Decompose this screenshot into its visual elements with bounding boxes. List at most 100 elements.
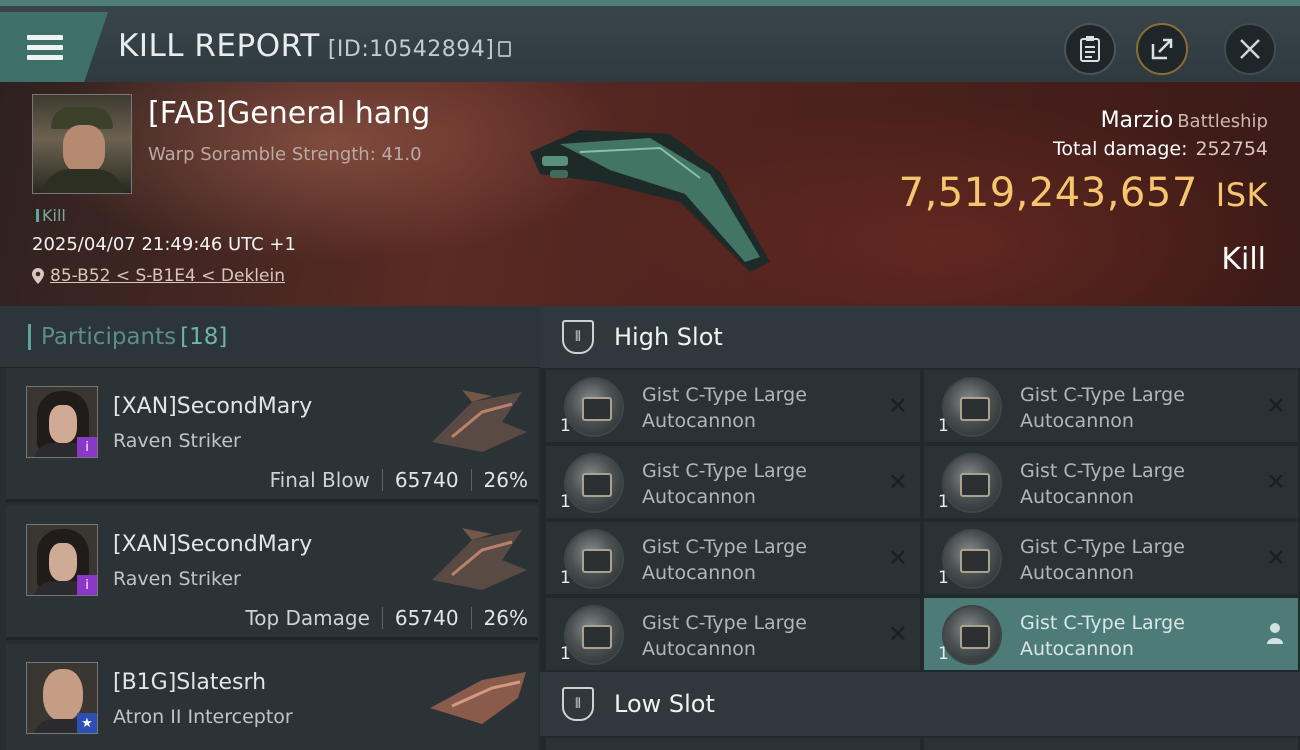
item-qty: 1 [560,492,571,512]
item-name-line2: Autocannon [642,562,756,584]
destroyed-icon: ✕ [887,392,908,420]
menu-icon [27,30,63,65]
result-label: Kill [1221,242,1266,277]
participant-role: Final Blow [269,468,370,492]
total-damage-label: Total damage: [1053,138,1188,160]
participant-ship: Atron II Interceptor [113,706,293,728]
clipboard-button[interactable] [1064,23,1116,75]
participant-avatar: i [26,524,98,596]
participants-label: Participants [41,323,177,350]
autocannon-icon [942,453,1002,513]
autocannon-icon [942,529,1002,589]
item-qty: 1 [938,416,949,436]
item-name-line2: Autocannon [1020,486,1134,508]
victim-portrait[interactable] [32,94,132,194]
participant-ship-image [432,390,527,452]
low-slot-icon: ⫴ [562,687,594,721]
victim-name[interactable]: [FAB]General hang [148,96,430,131]
item-name: Gist C-Type Large Autocannon [1020,610,1240,662]
isk-amount: 7,519,243,657 [898,170,1198,216]
clipboard-icon [1080,36,1100,62]
item-name: Gist C-Type Large Autocannon [642,458,862,510]
participant-name: [XAN]SecondMary [113,394,313,419]
participant-damage: 65740 [394,468,459,492]
item-qty: 1 [560,644,571,664]
participants-panel: Participants [18] i [XAN]SecondMary Rave… [0,306,540,750]
autocannon-icon [564,377,624,437]
participant-row[interactable]: i [XAN]SecondMary Raven Striker Top Dama… [6,506,538,640]
location-link[interactable]: 85-B52 < S-B1E4 < Deklein [50,266,285,286]
slot-item-partial[interactable] [924,738,1298,750]
participant-role: Top Damage [245,606,370,630]
low-slot-title: Low Slot [614,690,715,718]
item-name-line1: Gist C-Type Large [1020,384,1185,406]
participant-ship-image [430,672,526,724]
item-name: Gist C-Type Large Autocannon [642,534,862,586]
high-slot-title: High Slot [614,323,723,351]
autocannon-icon [564,605,624,665]
share-button[interactable] [1136,23,1188,75]
ship-name: Marzio [1100,108,1174,133]
kill-datetime: 2025/04/07 21:49:46 UTC +1 [32,234,296,255]
destroyed-icon: ✕ [887,468,908,496]
autocannon-icon [564,453,624,513]
fitting-panel: ⫴ High Slot 1 Gist C-Type Large Autocanno… [540,306,1300,750]
report-id: [ID:10542894] [327,37,495,62]
autocannon-icon [564,529,624,589]
participant-damage: 65740 [394,606,459,630]
item-name: Gist C-Type Large Autocannon [1020,534,1240,586]
victim-ship[interactable]: Marzio Battleship [1101,108,1268,133]
item-name-line1: Gist C-Type Large [1020,612,1185,634]
star-badge-icon: ★ [77,713,97,733]
item-name-line2: Autocannon [1020,410,1134,432]
slot-item-partial[interactable] [546,738,920,750]
copy-icon[interactable] [498,41,512,57]
participant-ship: Raven Striker [113,568,241,590]
item-name-line1: Gist C-Type Large [642,612,807,634]
participant-name: [XAN]SecondMary [113,532,313,557]
destroyed-icon: ✕ [1265,544,1286,572]
item-name-line1: Gist C-Type Large [642,384,807,406]
item-name-line2: Autocannon [642,638,756,660]
slot-item[interactable]: 1 Gist C-Type Large Autocannon ✕ [546,446,920,518]
slot-item[interactable]: 1 Gist C-Type Large Autocannon ✕ [924,522,1298,594]
victim-banner: [FAB]General hang Warp Soramble Strength… [0,82,1300,306]
item-qty: 1 [938,644,949,664]
destroyed-icon: ✕ [887,544,908,572]
menu-button[interactable] [0,12,108,82]
participant-percent: 26% [483,468,528,492]
slot-item[interactable]: 1 Gist C-Type Large Autocannon ✕ [924,370,1298,442]
victim-ship-image [530,130,770,272]
slot-item[interactable]: 1 Gist C-Type Large Autocannon ✕ [546,370,920,442]
faction-badge-icon: i [77,437,97,457]
warp-scramble-strength: Warp Soramble Strength: 41.0 [148,144,422,165]
participant-ship-image [432,528,527,590]
dropped-person-icon [1267,623,1283,644]
close-icon [1240,39,1260,59]
kill-location[interactable]: 85-B52 < S-B1E4 < Deklein [32,266,285,286]
destroyed-icon: ✕ [1265,392,1286,420]
item-name: Gist C-Type Large Autocannon [642,382,862,434]
item-name-line2: Autocannon [642,410,756,432]
item-qty: 1 [560,416,571,436]
item-name: Gist C-Type Large Autocannon [1020,382,1240,434]
slot-item[interactable]: 1 Gist C-Type Large Autocannon ✕ [924,446,1298,518]
autocannon-icon [942,377,1002,437]
participant-row[interactable]: i [XAN]SecondMary Raven Striker Final Bl… [6,368,538,502]
item-name-line1: Gist C-Type Large [1020,536,1185,558]
slot-item[interactable]: 1 Gist C-Type Large Autocannon ✕ [546,598,920,670]
participant-row[interactable]: ★ [B1G]Slatesrh Atron II Interceptor [6,644,538,750]
participant-ship: Raven Striker [113,430,241,452]
item-name-line2: Autocannon [1020,638,1134,660]
close-button[interactable] [1224,23,1276,75]
item-name-line2: Autocannon [642,486,756,508]
isk-value: 7,519,243,657 ISK [899,170,1268,216]
total-damage-value: 252754 [1195,138,1268,160]
header-bar: KILL REPORT [ID:10542894] [0,0,1300,82]
slot-item[interactable]: 1 Gist C-Type Large Autocannon [924,598,1298,670]
location-pin-icon [32,268,44,284]
slot-item[interactable]: 1 Gist C-Type Large Autocannon ✕ [546,522,920,594]
autocannon-icon [942,605,1002,665]
participant-name: [B1G]Slatesrh [113,670,267,695]
high-slot-icon: ⫴ [562,320,594,354]
